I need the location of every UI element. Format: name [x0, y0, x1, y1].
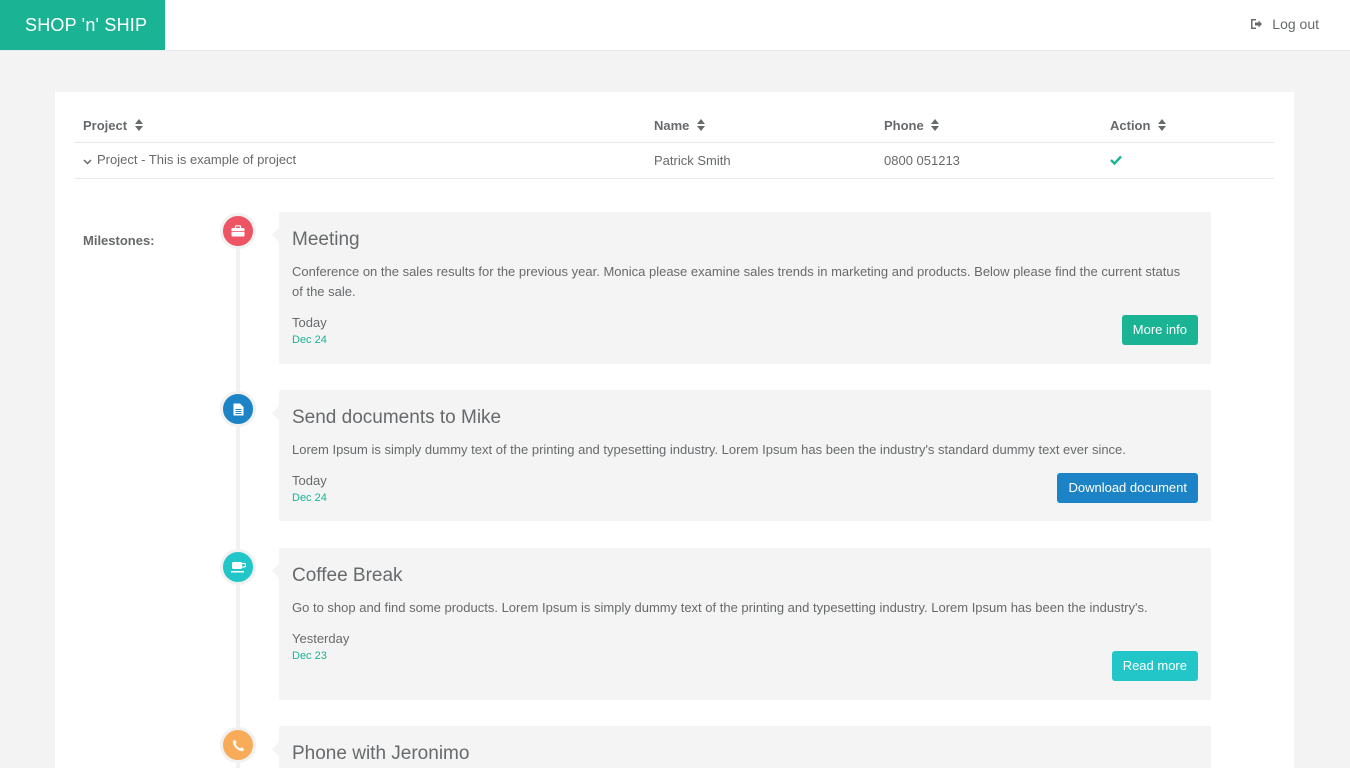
chevron-down-icon[interactable]: [83, 153, 92, 168]
action-cell: [1102, 142, 1274, 179]
milestone-card: Coffee Break Go to shop and find some pr…: [272, 548, 1211, 700]
read-more-button[interactable]: Read more: [1111, 651, 1198, 681]
sort-icon: [1158, 119, 1167, 134]
name-cell: Patrick Smith: [646, 142, 876, 179]
milestone-text: Lorem Ipsum is simply dummy text of the …: [292, 442, 1126, 457]
milestone-when: Today: [292, 315, 327, 330]
milestone-title: Send documents to Mike: [292, 407, 502, 428]
logout-link[interactable]: Log out: [1250, 16, 1319, 32]
milestone-when: Yesterday: [292, 631, 350, 646]
timeline-line: [236, 232, 240, 768]
sort-icon: [697, 119, 706, 134]
column-header-name[interactable]: Name: [646, 111, 876, 143]
milestone-title: Phone with Jeronimo: [292, 743, 470, 764]
milestone-card: Phone with Jeronimo: [272, 726, 1211, 768]
milestone-title: Coffee Break: [292, 565, 403, 586]
phone-icon: [220, 727, 256, 763]
briefcase-icon: [220, 213, 256, 249]
project-panel: Project Name Phone Action Project - This…: [55, 92, 1294, 768]
column-header-action[interactable]: Action: [1102, 111, 1274, 143]
more-info-button[interactable]: More info: [1121, 315, 1198, 345]
sort-icon: [134, 119, 143, 134]
brand-logo[interactable]: SHOP 'n' SHIP: [0, 0, 165, 50]
phone-cell: 0800 051213: [876, 142, 1102, 179]
logout-label: Log out: [1272, 16, 1319, 32]
sort-icon: [931, 119, 940, 134]
check-icon[interactable]: [1110, 153, 1122, 168]
file-text-icon: [220, 391, 256, 427]
milestones-label: Milestones:: [83, 233, 155, 248]
milestone-date: Dec 24: [292, 334, 327, 346]
projects-table: Project Name Phone Action Project - This…: [75, 111, 1274, 179]
column-header-project[interactable]: Project: [75, 111, 646, 143]
download-document-button[interactable]: Download document: [1057, 473, 1198, 503]
milestone-title: Meeting: [292, 229, 360, 250]
milestone-card: Send documents to Mike Lorem Ipsum is si…: [272, 390, 1211, 521]
milestone-text: Go to shop and find some products. Lorem…: [292, 600, 1148, 615]
milestone-text: Conference on the sales results for the …: [292, 264, 1181, 299]
top-navbar: SHOP 'n' SHIP Log out: [0, 0, 1350, 51]
coffee-icon: [220, 549, 256, 585]
project-cell[interactable]: Project - This is example of project: [75, 142, 646, 179]
sign-out-icon: [1250, 18, 1263, 30]
table-row[interactable]: Project - This is example of project Pat…: [75, 142, 1274, 179]
milestone-card: Meeting Conference on the sales results …: [272, 212, 1211, 364]
column-header-phone[interactable]: Phone: [876, 111, 1102, 143]
milestone-date: Dec 23: [292, 650, 327, 662]
